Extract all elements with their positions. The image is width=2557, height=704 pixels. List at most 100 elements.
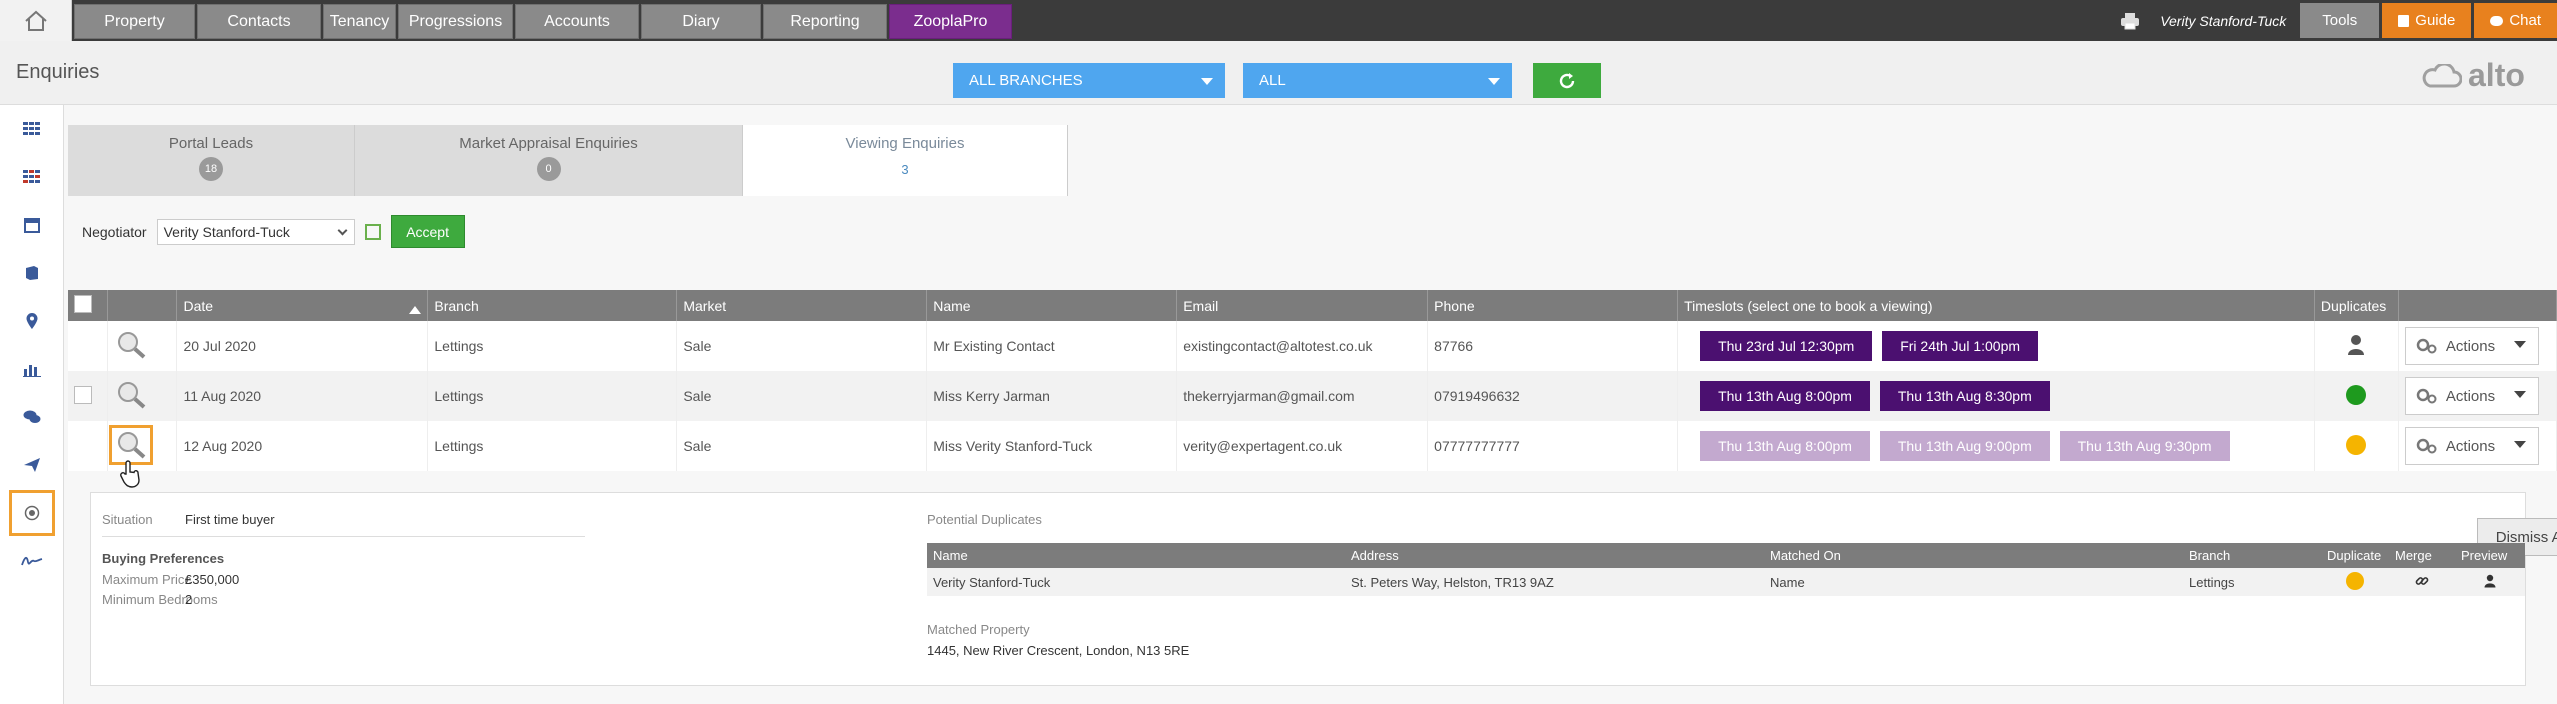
magnifier-icon[interactable] <box>114 380 148 410</box>
negotiator-select[interactable]: Verity Stanford-Tuck <box>156 218 355 245</box>
phone-cell: 07777777777 <box>1427 421 1679 471</box>
filter-select[interactable]: ALL <box>1243 63 1512 98</box>
sidebar-item-signature[interactable] <box>14 543 50 579</box>
sidebar-item-calendar[interactable] <box>14 207 50 243</box>
dup-preview-header: Preview <box>2455 543 2525 568</box>
sidebar-item-reports[interactable] <box>14 351 50 387</box>
actions-cell: Actions <box>2398 421 2557 471</box>
user-name[interactable]: Verity Stanford-Tuck <box>2160 13 2286 29</box>
tools-button[interactable]: Tools <box>2300 3 2380 38</box>
nav-tab-reporting[interactable]: Reporting <box>763 4 887 39</box>
person-icon[interactable] <box>2484 574 2496 588</box>
situation-value: First time buyer <box>185 512 275 527</box>
market-cell: Sale <box>676 321 928 371</box>
duplicates-header-row: Name Address Matched On Branch Duplicate… <box>927 543 2525 568</box>
gears-icon <box>2416 388 2437 404</box>
min-bedrooms-label: Minimum Bedrooms <box>102 592 218 607</box>
calendar-icon[interactable] <box>364 223 381 240</box>
home-button[interactable] <box>0 0 72 41</box>
signature-icon <box>21 556 43 566</box>
table-header-row: Date Branch Market Name Email Phone Time… <box>68 290 2557 321</box>
market-cell: Sale <box>676 371 928 421</box>
caret-down-icon <box>1201 78 1213 85</box>
email-cell: verity@expertagent.co.uk <box>1176 421 1429 471</box>
sidebar-item-location[interactable] <box>14 303 50 339</box>
magnifier-icon[interactable] <box>109 424 154 465</box>
email-cell: thekerryjarman@gmail.com <box>1176 371 1429 421</box>
tab-viewing-enquiries[interactable]: Viewing Enquiries 3 <box>743 125 1068 196</box>
map-pin-icon <box>26 313 38 329</box>
duplicates-header: Duplicates <box>2314 290 2399 321</box>
date-cell: 12 Aug 2020 <box>176 421 429 471</box>
nav-tab-progressions[interactable]: Progressions <box>398 4 513 39</box>
tab-label: Market Appraisal Enquiries <box>459 135 638 152</box>
branch-cell: Lettings <box>427 421 678 471</box>
branch-header[interactable]: Branch <box>427 290 678 321</box>
dup-duplicate-header: Duplicate <box>2321 543 2389 568</box>
sidebar-item-dashboard[interactable] <box>14 111 50 147</box>
refresh-button[interactable] <box>1533 63 1601 98</box>
tab-market-appraisal[interactable]: Market Appraisal Enquiries 0 <box>355 125 743 196</box>
select-all-checkbox[interactable] <box>74 295 92 313</box>
dup-matched-on-cell: Name <box>1764 568 2183 596</box>
sidebar-item-book[interactable] <box>14 255 50 291</box>
tab-portal-leads[interactable]: Portal Leads 18 <box>68 125 355 196</box>
nav-tab-zooplapro[interactable]: ZooplaPro <box>889 4 1012 39</box>
timeslot-button[interactable]: Thu 13th Aug 8:00pm <box>1700 381 1870 411</box>
row-select-cell <box>68 371 109 421</box>
paper-plane-icon <box>24 458 40 472</box>
name-header[interactable]: Name <box>926 290 1178 321</box>
link-icon[interactable] <box>2415 574 2429 588</box>
dup-address-cell: St. Peters Way, Helston, TR13 9AZ <box>1345 568 1764 596</box>
timeslot-button[interactable]: Thu 23rd Jul 12:30pm <box>1700 331 1873 361</box>
date-header[interactable]: Date <box>176 290 429 321</box>
calendar-icon <box>24 218 40 233</box>
actions-label: Actions <box>2445 387 2496 405</box>
amber-status-dot[interactable] <box>2346 434 2367 455</box>
enquiry-detail-panel: Situation First time buyer Buying Prefer… <box>90 492 2557 686</box>
timeslot-button[interactable]: Thu 13th Aug 8:30pm <box>1879 381 2050 411</box>
enquiries-table: Date Branch Market Name Email Phone Time… <box>68 290 2557 471</box>
duplicate-cell <box>2314 421 2399 471</box>
actions-dropdown[interactable]: Actions <box>2404 427 2539 465</box>
market-header[interactable]: Market <box>676 290 928 321</box>
timeslot-button[interactable]: Thu 13th Aug 9:30pm <box>2059 431 2230 461</box>
timeslot-button[interactable]: Fri 24th Jul 1:00pm <box>1882 331 2039 361</box>
sidebar-item-messages[interactable] <box>14 399 50 435</box>
timeslot-button[interactable]: Thu 13th Aug 8:00pm <box>1700 431 1870 461</box>
nav-tab-diary[interactable]: Diary <box>641 4 761 39</box>
guide-button[interactable]: Guide <box>2382 3 2472 38</box>
colored-grid-icon <box>23 170 40 183</box>
dup-matched-on-header: Matched On <box>1764 543 2183 568</box>
nav-tab-property[interactable]: Property <box>74 4 195 39</box>
green-status-dot[interactable] <box>2346 384 2367 405</box>
market-cell: Sale <box>676 421 928 471</box>
row-checkbox[interactable] <box>74 385 92 404</box>
printer-icon[interactable] <box>2120 12 2140 30</box>
magnifier-icon[interactable] <box>114 330 148 360</box>
nav-tab-accounts[interactable]: Accounts <box>515 4 639 39</box>
timeslots-header: Timeslots (select one to book a viewing) <box>1677 290 2315 321</box>
tab-label: Viewing Enquiries <box>845 135 965 152</box>
phone-header[interactable]: Phone <box>1427 290 1679 321</box>
sidebar-item-apps[interactable] <box>14 159 50 195</box>
row-select-cell <box>68 321 109 371</box>
email-header[interactable]: Email <box>1176 290 1429 321</box>
page-header: Enquiries ALL BRANCHES ALL alto <box>0 41 2557 105</box>
sidebar-item-enquiries[interactable] <box>9 490 55 536</box>
duplicates-table: Name Address Matched On Branch Duplicate… <box>927 543 2525 596</box>
person-icon[interactable] <box>2347 334 2365 356</box>
actions-dropdown[interactable]: Actions <box>2404 327 2539 365</box>
timeslots-cell: Thu 13th Aug 8:00pm Thu 13th Aug 9:00pm … <box>1677 421 2315 471</box>
branch-select[interactable]: ALL BRANCHES <box>953 63 1225 98</box>
actions-dropdown[interactable]: Actions <box>2404 377 2539 415</box>
sidebar-item-send[interactable] <box>14 447 50 483</box>
nav-tab-tenancy[interactable]: Tenancy <box>323 4 396 39</box>
timeslot-button[interactable]: Thu 13th Aug 9:00pm <box>1879 431 2050 461</box>
chat-icon <box>2490 15 2504 26</box>
chat-button[interactable]: Chat <box>2474 3 2557 38</box>
chat-bubbles-icon <box>23 410 41 423</box>
accept-button[interactable]: Accept <box>390 215 465 248</box>
matched-property-label: Matched Property <box>927 622 1030 637</box>
nav-tab-contacts[interactable]: Contacts <box>197 4 321 39</box>
